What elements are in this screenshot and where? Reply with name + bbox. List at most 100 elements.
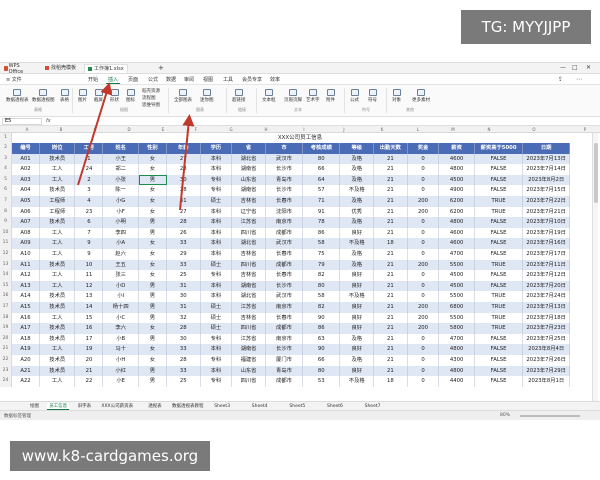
table-cell[interactable]: FALSE <box>475 365 524 377</box>
table-cell[interactable]: 28 <box>167 217 201 228</box>
table-cell[interactable]: 21 <box>374 333 408 345</box>
table-cell[interactable]: 男 <box>139 376 167 387</box>
menu-page[interactable]: 页面 <box>126 76 140 84</box>
table-cell[interactable]: 28 <box>167 164 201 175</box>
table-cell[interactable]: 女 <box>139 270 167 281</box>
table-cell[interactable]: 13 <box>75 291 104 302</box>
table-cell[interactable]: 及格 <box>340 174 375 186</box>
table-cell[interactable]: 25 <box>167 270 201 281</box>
table-cell[interactable]: TRUE <box>475 206 524 218</box>
table-cell[interactable]: 21 <box>374 196 408 207</box>
picture-button[interactable]: 图片 <box>78 89 87 103</box>
table-cell[interactable]: 良好 <box>340 280 375 292</box>
shape-button[interactable]: 形状 <box>110 89 119 103</box>
menu-formula[interactable]: 公式 <box>146 76 160 84</box>
table-cell[interactable]: 武汉市 <box>266 153 304 165</box>
table-cell[interactable]: 女 <box>139 206 167 218</box>
table-cell[interactable]: 58 <box>303 238 341 249</box>
table-cell[interactable]: 5800 <box>439 323 475 334</box>
table-cell[interactable]: 技术员 <box>40 355 76 366</box>
column-letter[interactable]: B <box>42 127 80 132</box>
pivot-table-button[interactable]: 数据透视表 <box>6 89 29 103</box>
row-number[interactable]: 13 <box>0 259 12 271</box>
table-cell[interactable]: 技术员 <box>40 259 76 271</box>
column-header-cell[interactable]: 省 <box>232 143 266 154</box>
row-number[interactable]: 6 <box>0 185 12 196</box>
table-cell[interactable]: 10 <box>75 259 104 271</box>
table-cell[interactable]: 技术员 <box>40 323 76 334</box>
column-letter[interactable]: D <box>110 127 148 132</box>
table-cell[interactable]: 辽宁省 <box>232 206 266 218</box>
table-cell[interactable]: 14 <box>75 302 104 313</box>
vertical-scrollbar[interactable] <box>592 133 598 405</box>
table-cell[interactable]: 200 <box>408 312 440 324</box>
table-cell[interactable]: 2023年7月17日 <box>523 249 570 260</box>
table-cell[interactable]: 小明 <box>103 217 139 228</box>
table-cell[interactable]: 0 <box>408 164 440 175</box>
table-cell[interactable]: 专科 <box>201 355 233 366</box>
row-number[interactable]: 20 <box>0 333 12 345</box>
table-cell[interactable]: 小D <box>103 280 139 292</box>
column-letter[interactable]: M <box>436 127 470 132</box>
table-cell[interactable]: FALSE <box>475 344 524 355</box>
table-cell[interactable]: 武汉市 <box>266 238 304 249</box>
table-cell[interactable]: 6200 <box>439 206 475 218</box>
table-cell[interactable]: 19 <box>75 344 104 355</box>
table-cell[interactable]: 男 <box>139 280 167 292</box>
table-cell[interactable]: 30 <box>167 333 201 345</box>
table-cell[interactable]: A19 <box>12 344 40 355</box>
table-cell[interactable]: 21 <box>374 302 408 313</box>
table-cell[interactable]: 女 <box>139 355 167 366</box>
table-cell[interactable]: 成都市 <box>266 323 304 334</box>
table-cell[interactable]: 4800 <box>439 217 475 228</box>
table-cell[interactable]: 0 <box>408 291 440 302</box>
menu-member[interactable]: 会员专享 <box>240 76 264 84</box>
table-cell[interactable]: 青岛市 <box>266 365 304 377</box>
share-icon[interactable]: ⇪ <box>556 76 565 84</box>
table-cell[interactable]: 及格 <box>340 355 375 366</box>
column-header-cell[interactable]: 薪资 <box>439 143 475 154</box>
table-cell[interactable]: 2023年7月14日 <box>523 164 570 175</box>
table-cell[interactable]: 良好 <box>340 270 375 281</box>
table-cell[interactable]: 0 <box>408 174 440 186</box>
table-cell[interactable]: 6800 <box>439 302 475 313</box>
table-cell[interactable]: 2023年7月10日 <box>523 217 570 228</box>
table-cell[interactable]: A21 <box>12 365 40 377</box>
table-cell[interactable]: 江苏省 <box>232 217 266 228</box>
table-cell[interactable]: 赵六 <box>103 249 139 260</box>
row-number[interactable]: 21 <box>0 344 12 355</box>
table-cell[interactable]: 2023年7月16日 <box>523 238 570 249</box>
table-cell[interactable]: 南京市 <box>266 302 304 313</box>
table-cell[interactable]: 4500 <box>439 270 475 281</box>
row-number[interactable]: 23 <box>0 365 12 377</box>
table-cell[interactable]: 良好 <box>340 323 375 334</box>
table-cell[interactable]: 4500 <box>439 280 475 292</box>
table-cell[interactable]: 及格 <box>340 249 375 260</box>
table-cell[interactable]: 吉林省 <box>232 249 266 260</box>
table-cell[interactable]: 82 <box>303 302 341 313</box>
table-cell[interactable]: 66 <box>303 355 341 366</box>
table-cell[interactable]: 四川省 <box>232 376 266 387</box>
table-cell[interactable]: 湖南省 <box>232 344 266 355</box>
table-cell[interactable]: A12 <box>12 270 40 281</box>
table-cell[interactable]: 25 <box>167 376 201 387</box>
table-cell[interactable]: 2023年7月15日 <box>523 185 570 196</box>
table-cell[interactable]: 21 <box>374 323 408 334</box>
sheet-tab[interactable]: Sheet7 <box>363 403 383 410</box>
sheet-tab[interactable]: Sheet5 <box>287 403 307 410</box>
table-cell[interactable]: 杨十四 <box>103 302 139 313</box>
table-cell[interactable]: A14 <box>12 291 40 302</box>
table-cell[interactable]: 78 <box>303 217 341 228</box>
table-cell[interactable]: 15 <box>75 312 104 324</box>
attachment-button[interactable]: 附件 <box>326 89 335 103</box>
table-cell[interactable]: A03 <box>12 174 40 186</box>
column-letter[interactable]: K <box>364 127 400 132</box>
table-cell[interactable]: 硕士 <box>201 302 233 313</box>
table-cell[interactable]: 本科 <box>201 291 233 302</box>
table-cell[interactable]: 马十 <box>103 344 139 355</box>
table-cell[interactable]: 本科 <box>201 280 233 292</box>
table-cell[interactable]: 21 <box>374 174 408 186</box>
table-cell[interactable]: 成都市 <box>266 227 304 239</box>
column-letter[interactable]: P <box>560 127 600 132</box>
row-number[interactable]: 9 <box>0 217 12 228</box>
